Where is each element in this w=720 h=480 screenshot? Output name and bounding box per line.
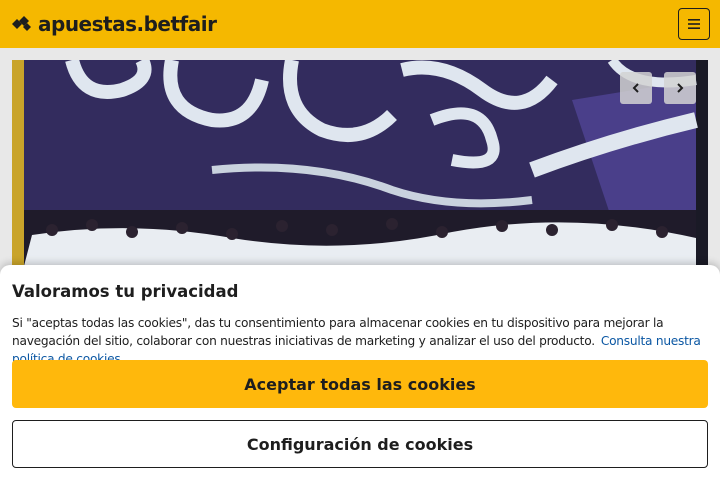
- banner-image: [12, 60, 708, 266]
- chevron-right-icon: [677, 83, 684, 93]
- promo-carousel[interactable]: [12, 60, 708, 266]
- hamburger-menu-icon: [688, 19, 700, 29]
- cookie-consent-banner: Valoramos tu privacidad Si "aceptas toda…: [0, 265, 720, 480]
- logo-text: apuestas.betfair: [38, 12, 217, 36]
- carousel-next-button[interactable]: [664, 72, 696, 104]
- site-header: apuestas.betfair: [0, 0, 720, 48]
- accept-all-cookies-button[interactable]: Aceptar todas las cookies: [12, 360, 708, 408]
- menu-button[interactable]: [678, 8, 710, 40]
- carousel-prev-button[interactable]: [620, 72, 652, 104]
- betfair-diamond-logo-icon: [12, 16, 31, 31]
- cookie-settings-button[interactable]: Configuración de cookies: [12, 420, 708, 468]
- chevron-left-icon: [632, 83, 639, 93]
- site-logo[interactable]: apuestas.betfair: [12, 12, 217, 36]
- cookie-title: Valoramos tu privacidad: [12, 282, 239, 301]
- cookie-body-text: Si "aceptas todas las cookies", das tu c…: [12, 316, 664, 348]
